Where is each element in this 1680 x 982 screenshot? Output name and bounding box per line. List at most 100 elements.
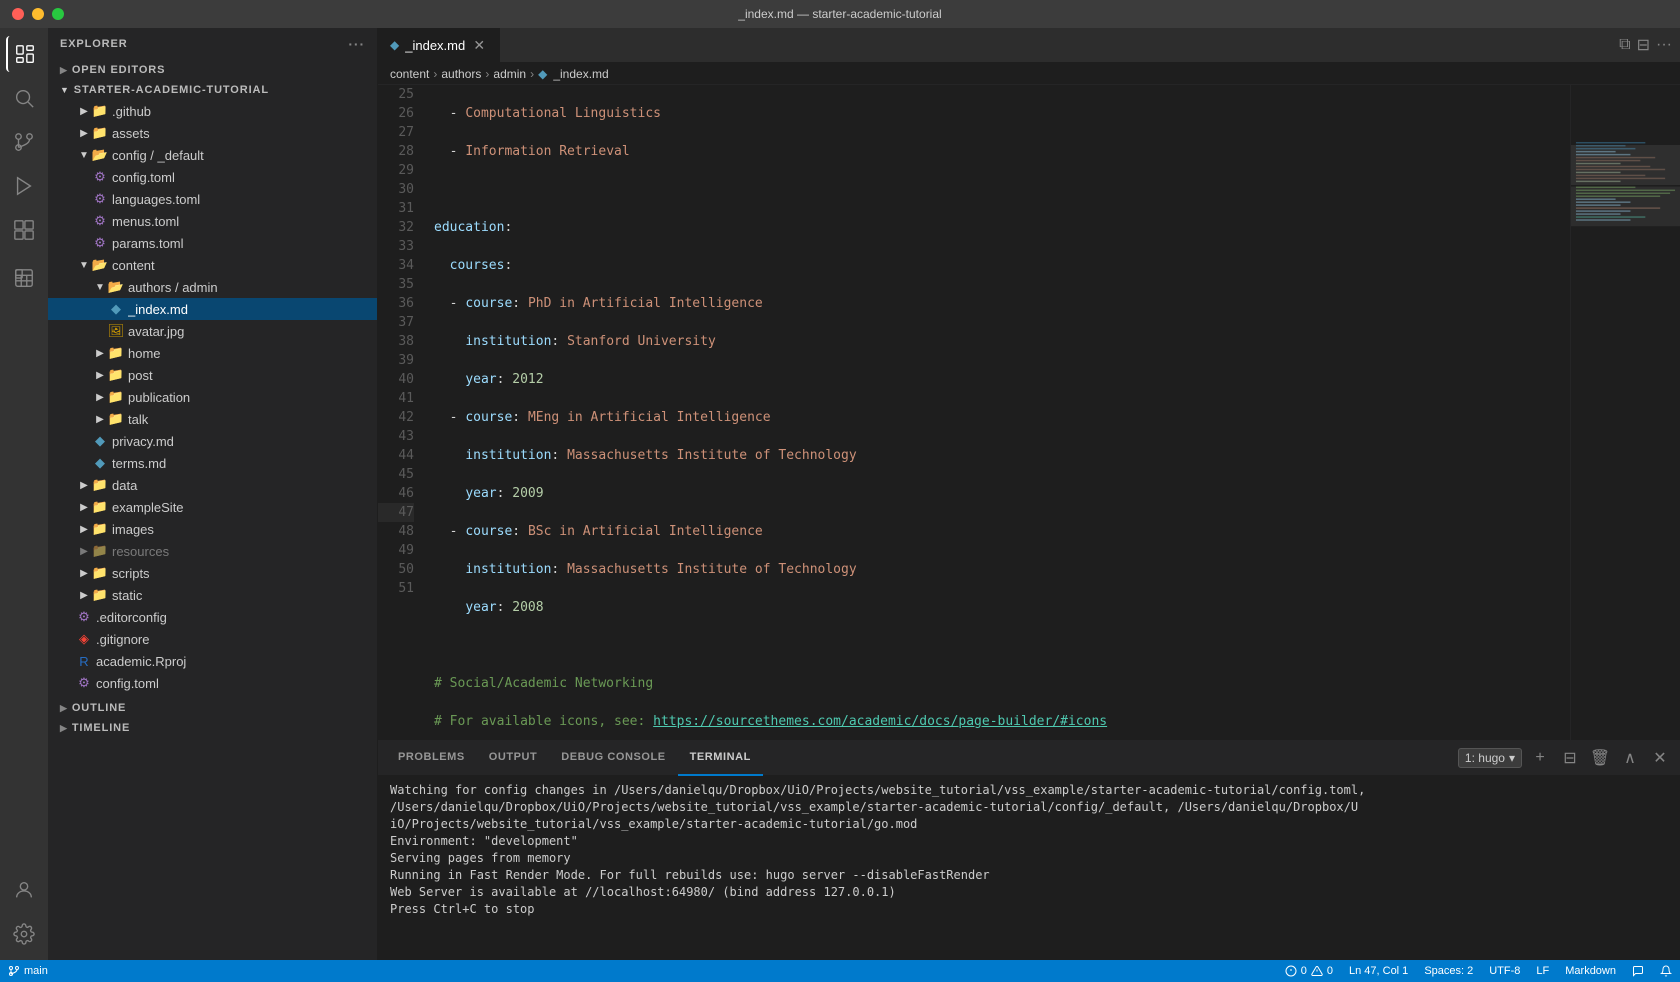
- tree-item-home[interactable]: ▶ 📁 home: [48, 342, 377, 364]
- file-icon-rproj: R: [76, 653, 92, 669]
- minimize-button[interactable]: [32, 8, 44, 20]
- tree-label-home: home: [128, 346, 377, 361]
- tree-item-avatar[interactable]: 🖼 avatar.jpg: [48, 320, 377, 342]
- status-line-col[interactable]: Ln 47, Col 1: [1341, 960, 1416, 982]
- activity-extensions[interactable]: [6, 212, 42, 248]
- tree-label-config-toml: config.toml: [112, 170, 377, 185]
- status-language[interactable]: Markdown: [1557, 960, 1624, 982]
- activity-source-control[interactable]: [6, 124, 42, 160]
- section-open-editors[interactable]: ▶ OPEN EDITORS: [48, 60, 377, 80]
- sidebar-header-actions: ···: [348, 36, 365, 52]
- section-arrow: ▶: [60, 65, 68, 76]
- tree-item-static[interactable]: ▶ 📁 static: [48, 584, 377, 606]
- status-branch[interactable]: main: [0, 960, 56, 982]
- tab-close-button[interactable]: ✕: [471, 37, 487, 53]
- app-body: EXPLORER ··· ▶ OPEN EDITORS ▼ STARTER-AC…: [0, 28, 1680, 960]
- status-spaces[interactable]: Spaces: 2: [1416, 960, 1481, 982]
- status-left: main: [0, 960, 56, 982]
- activity-database[interactable]: [6, 260, 42, 296]
- tree-item-images[interactable]: ▶ 📁 images: [48, 518, 377, 540]
- tree-item-data[interactable]: ▶ 📁 data: [48, 474, 377, 496]
- folder-icon-assets: 📁: [92, 125, 108, 141]
- tree-item-menus-toml[interactable]: ⚙ menus.toml: [48, 210, 377, 232]
- tree-item-publication[interactable]: ▶ 📁 publication: [48, 386, 377, 408]
- tree-item-privacy[interactable]: ◆ privacy.md: [48, 430, 377, 452]
- section-timeline[interactable]: ▶ TIMELINE: [48, 718, 377, 738]
- breadcrumb-item-admin[interactable]: admin: [493, 67, 526, 81]
- panel-maximize-button[interactable]: ∧: [1618, 746, 1642, 770]
- status-notifications[interactable]: [1652, 960, 1680, 982]
- tree-item-content[interactable]: ▼ 📂 content: [48, 254, 377, 276]
- maximize-button[interactable]: [52, 8, 64, 20]
- code-area[interactable]: - Computational Linguistics - Informatio…: [426, 85, 1570, 740]
- status-eol[interactable]: LF: [1528, 960, 1557, 982]
- activity-bar-bottom: [6, 872, 42, 960]
- tree-label-scripts: scripts: [112, 566, 377, 581]
- breadcrumb-item-content[interactable]: content: [390, 67, 429, 81]
- arrow-github: ▶: [76, 103, 92, 119]
- folder-icon-examplesite: 📁: [92, 499, 108, 515]
- tree-item-assets[interactable]: ▶ 📁 assets: [48, 122, 377, 144]
- close-button[interactable]: [12, 8, 24, 20]
- tree-label-avatar: avatar.jpg: [128, 324, 377, 339]
- activity-search[interactable]: [6, 80, 42, 116]
- tree-item-index-md[interactable]: ◆ _index.md: [48, 298, 377, 320]
- folder-icon-images: 📁: [92, 521, 108, 537]
- section-project-label: STARTER-ACADEMIC-TUTORIAL: [74, 84, 269, 96]
- split-editor-icon[interactable]: ⧉: [1619, 36, 1630, 54]
- folder-icon-data: 📁: [92, 477, 108, 493]
- tree-item-config-toml[interactable]: ⚙ config.toml: [48, 166, 377, 188]
- tree-item-terms[interactable]: ◆ terms.md: [48, 452, 377, 474]
- tree-item-resources[interactable]: ▶ 📁 resources: [48, 540, 377, 562]
- terminal-selector[interactable]: 1: hugo ▾: [1458, 748, 1522, 768]
- delete-terminal-button[interactable]: 🗑: [1588, 746, 1612, 770]
- status-encoding[interactable]: UTF-8: [1481, 960, 1528, 982]
- file-icon-params-toml: ⚙: [92, 235, 108, 251]
- tab-terminal[interactable]: TERMINAL: [678, 741, 763, 776]
- panel-close-button[interactable]: ✕: [1648, 746, 1672, 770]
- tree-item-params-toml[interactable]: ⚙ params.toml: [48, 232, 377, 254]
- tree-item-authors-admin[interactable]: ▼ 📂 authors / admin: [48, 276, 377, 298]
- tab-debug-console[interactable]: DEBUG CONSOLE: [549, 741, 677, 776]
- arrow-resources: ▶: [76, 543, 92, 559]
- status-errors-count: 0: [1301, 965, 1307, 977]
- tree-item-post[interactable]: ▶ 📁 post: [48, 364, 377, 386]
- tree-item-talk[interactable]: ▶ 📁 talk: [48, 408, 377, 430]
- tree-label-publication: publication: [128, 390, 377, 405]
- tab-index-md[interactable]: ◆ _index.md ✕: [378, 28, 500, 62]
- arrow-images: ▶: [76, 521, 92, 537]
- tree-item-scripts[interactable]: ▶ 📁 scripts: [48, 562, 377, 584]
- file-icon-editorconfig: ⚙: [76, 609, 92, 625]
- section-project[interactable]: ▼ STARTER-ACADEMIC-TUTORIAL: [48, 80, 377, 100]
- breadcrumb-item-authors[interactable]: authors: [441, 67, 481, 81]
- folder-icon-publication: 📁: [108, 389, 124, 405]
- editor-layout-icon[interactable]: ⊟: [1637, 35, 1650, 55]
- terminal-content[interactable]: Watching for config changes in /Users/da…: [378, 776, 1680, 960]
- tab-output[interactable]: OUTPUT: [477, 741, 550, 776]
- status-errors[interactable]: 0 0: [1277, 960, 1341, 982]
- activity-explorer[interactable]: [6, 36, 42, 72]
- tree-item-root-config-toml[interactable]: ⚙ config.toml: [48, 672, 377, 694]
- tree-item-gitignore[interactable]: ◈ .gitignore: [48, 628, 377, 650]
- tree-item-editorconfig[interactable]: ⚙ .editorconfig: [48, 606, 377, 628]
- minimap-viewport[interactable]: [1571, 145, 1680, 185]
- terminal-line: Running in Fast Render Mode. For full re…: [390, 867, 1668, 884]
- new-terminal-button[interactable]: +: [1528, 746, 1552, 770]
- status-feedback[interactable]: [1624, 960, 1652, 982]
- tree-item-github[interactable]: ▶ 📁 .github: [48, 100, 377, 122]
- tree-item-rproj[interactable]: R academic.Rproj: [48, 650, 377, 672]
- tree-item-examplesite[interactable]: ▶ 📁 exampleSite: [48, 496, 377, 518]
- breadcrumb-item-file[interactable]: _index.md: [553, 67, 608, 81]
- sidebar-more-icon[interactable]: ···: [348, 36, 365, 52]
- activity-account[interactable]: [6, 872, 42, 908]
- tree-item-languages-toml[interactable]: ⚙ languages.toml: [48, 188, 377, 210]
- activity-run[interactable]: [6, 168, 42, 204]
- tree-label-languages-toml: languages.toml: [112, 192, 377, 207]
- activity-settings[interactable]: [6, 916, 42, 952]
- folder-icon-content: 📂: [92, 257, 108, 273]
- more-actions-icon[interactable]: ···: [1656, 36, 1672, 54]
- tree-item-config[interactable]: ▼ 📂 config / _default: [48, 144, 377, 166]
- split-terminal-button[interactable]: ⊟: [1558, 746, 1582, 770]
- tab-problems[interactable]: PROBLEMS: [386, 741, 477, 776]
- section-outline[interactable]: ▶ OUTLINE: [48, 698, 377, 718]
